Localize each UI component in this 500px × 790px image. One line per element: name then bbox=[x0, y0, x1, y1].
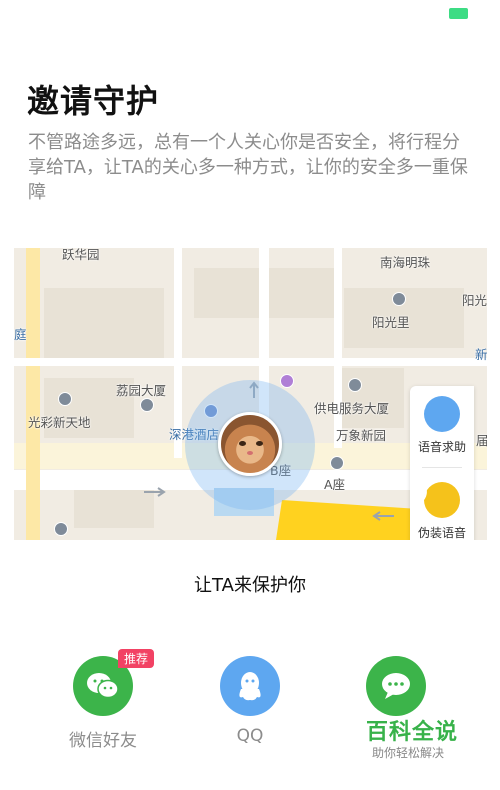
map-label: 新 bbox=[475, 347, 487, 362]
voice-help-label: 语音求助 bbox=[417, 440, 466, 454]
fake-voice-button[interactable]: 伪装语音 bbox=[410, 482, 474, 540]
map-label: 阳光里 bbox=[372, 315, 410, 330]
map-label: 荔园大厦 bbox=[116, 383, 167, 398]
voice-help-button[interactable]: 语音求助 bbox=[410, 396, 474, 455]
map-label: 届 bbox=[476, 433, 487, 448]
map-label: 供电服务大厦 bbox=[314, 401, 390, 416]
map-label: 光彩新天地 bbox=[28, 415, 91, 430]
sound-wave-icon bbox=[414, 482, 460, 518]
map-label: A座 bbox=[324, 477, 346, 492]
fake-voice-label: 伪装语音 bbox=[417, 526, 466, 540]
divider bbox=[422, 467, 462, 468]
poi-icon bbox=[140, 398, 154, 412]
battery-icon bbox=[449, 8, 468, 19]
invite-subtitle: 让TA来保护你 bbox=[194, 575, 306, 596]
microphone-icon bbox=[412, 396, 460, 432]
share-label: QQ bbox=[236, 726, 264, 746]
avatar[interactable] bbox=[218, 412, 282, 476]
map-label: 万象新园 bbox=[336, 428, 387, 443]
map-label: 庭 bbox=[14, 327, 27, 342]
map-label: 南海明珠 bbox=[380, 255, 431, 270]
qq-icon bbox=[220, 656, 280, 716]
share-qq-button[interactable]: QQ bbox=[175, 656, 325, 746]
message-icon bbox=[366, 656, 426, 716]
map-side-panel: 语音求助 伪装语音 bbox=[410, 386, 474, 540]
map-label: 跃华园 bbox=[62, 248, 100, 262]
watermark-subtitle: 助你轻松解决 bbox=[372, 746, 445, 760]
map-view[interactable]: 跃华园 庭 南海明珠 阳光 阳光里 新 荔园大厦 光彩新天地 深港酒店 供电服务… bbox=[14, 248, 487, 540]
recommend-badge: 推荐 bbox=[118, 649, 155, 668]
page-description: 不管路途多远，总有一个人关心你是否安全，将行程分享给TA，让TA的关心多一种方式… bbox=[28, 132, 468, 203]
page-title: 邀请守护 bbox=[27, 82, 160, 120]
map-label: 阳光 bbox=[462, 293, 487, 308]
poi-icon bbox=[54, 522, 68, 536]
wechat-icon: 推荐 bbox=[73, 649, 155, 716]
poi-icon bbox=[58, 392, 72, 406]
share-label: 微信好友 bbox=[69, 731, 137, 751]
watermark-title: 百科全说 bbox=[366, 720, 459, 745]
poi-icon bbox=[348, 378, 362, 392]
poi-icon bbox=[330, 456, 344, 470]
share-wechat-button[interactable]: 推荐 微信好友 bbox=[28, 649, 178, 751]
poi-icon bbox=[392, 292, 406, 306]
poi-icon bbox=[280, 374, 294, 388]
